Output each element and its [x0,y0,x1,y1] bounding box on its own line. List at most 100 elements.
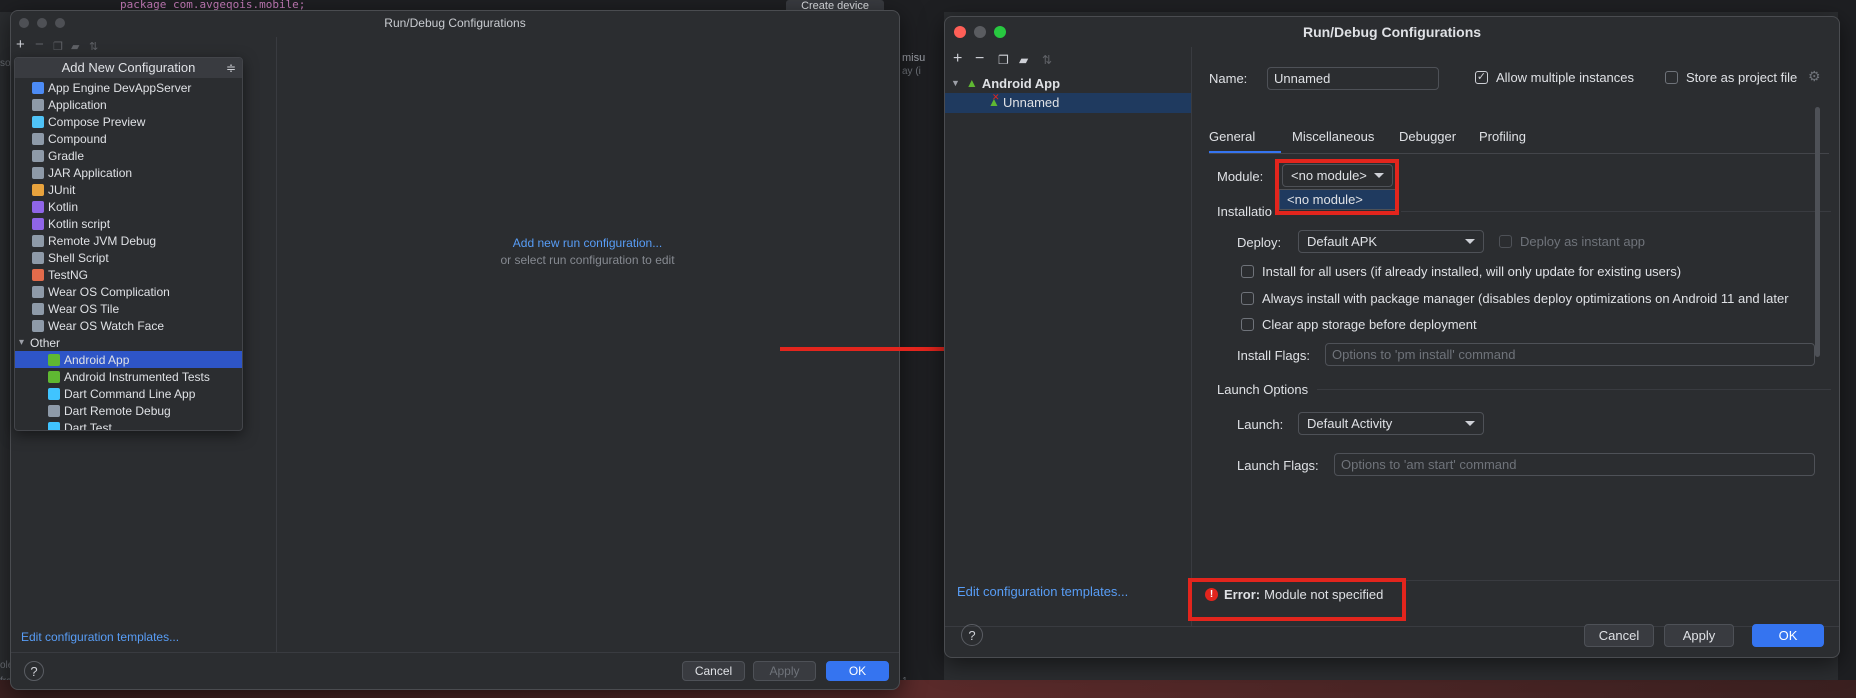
config-type-wear-os-tile[interactable]: Wear OS Tile [15,300,242,317]
sort-icon[interactable]: ⇅ [1042,52,1052,68]
launch-flags-label: Launch Flags: [1237,458,1319,473]
ok-button[interactable]: OK [826,661,889,681]
remove-icon[interactable]: − [35,37,44,53]
config-type-dart-remote-debug[interactable]: Dart Remote Debug [15,402,242,419]
edit-templates-link[interactable]: Edit configuration templates... [21,630,179,644]
config-type-label: Dart Command Line App [64,386,196,401]
config-type-label: Compose Preview [48,114,146,129]
copy-icon[interactable]: ❐ [998,52,1009,68]
add-configuration-popup: Add New Configuration ≑ App Engine DevAp… [14,57,243,431]
tree-group-android-app[interactable]: ▼ ▲ Android App [951,74,1060,92]
config-type-wear-os-complication[interactable]: Wear OS Complication [15,283,242,300]
module-label: Module: [1217,169,1264,184]
config-type-android-instrumented-tests[interactable]: Android Instrumented Tests [15,368,242,385]
name-input[interactable]: Unnamed [1267,67,1439,90]
launch-select-value: Default Activity [1307,416,1393,431]
tree-item-unnamed[interactable]: ▲ ✕ Unnamed [945,92,1191,113]
chevron-down-icon[interactable] [1465,239,1475,244]
popup-title: Add New Configuration [61,60,196,75]
deploy-instant-checkbox[interactable] [1499,235,1512,248]
always-install-checkbox[interactable] [1241,292,1254,305]
config-type-junit[interactable]: JUnit [15,181,242,198]
config-type-android-app[interactable]: Android App [15,351,242,368]
install-flags-input[interactable]: Options to 'pm install' command [1325,343,1815,366]
error-highlight-box [1188,578,1406,621]
folder-icon[interactable]: ▰ [1019,52,1028,68]
launch-select[interactable]: Default Activity [1298,412,1484,435]
config-type-compose-preview[interactable]: Compose Preview [15,113,242,130]
deploy-label: Deploy: [1237,235,1282,250]
help-button[interactable]: ? [24,661,44,681]
gear-icon[interactable]: ⚙ [1808,68,1821,85]
installation-divider [1401,211,1831,212]
install-all-users-checkbox[interactable] [1241,265,1254,278]
config-type-kotlin[interactable]: Kotlin [15,198,242,215]
kotlin-icon [32,200,44,213]
add-icon[interactable]: + [953,51,962,67]
android-test-icon [48,370,60,383]
edit-templates-link[interactable]: Edit configuration templates... [957,584,1128,599]
installation-section-label: Installatio [1217,204,1272,219]
sort-icon[interactable]: ⇅ [89,39,98,55]
apply-button[interactable]: Apply [1664,624,1734,647]
testng-icon [32,268,44,281]
app-engine-icon [32,81,44,94]
android-icon [48,353,60,366]
copy-icon[interactable]: ❐ [53,39,63,55]
add-run-config-link[interactable]: Add new run configuration... [276,236,899,250]
ok-button[interactable]: OK [1752,624,1824,647]
shell-icon [32,251,44,264]
chevron-down-icon[interactable]: ▼ [951,78,960,88]
config-type-app-engine-devappserver[interactable]: App Engine DevAppServer [15,79,242,96]
wear-complication-icon [32,285,44,298]
config-type-remote-jvm-debug[interactable]: Remote JVM Debug [15,232,242,249]
apply-button[interactable]: Apply [753,661,816,681]
dart-debug-icon [48,404,60,417]
install-all-users-label: Install for all users (if already instal… [1262,264,1682,279]
config-type-application[interactable]: Application [15,96,242,113]
tab-general[interactable]: General [1209,129,1255,144]
chevron-down-icon[interactable] [1465,421,1475,426]
config-type-shell-script[interactable]: Shell Script [15,249,242,266]
launch-flags-input[interactable]: Options to 'am start' command [1334,453,1815,476]
help-button[interactable]: ? [961,624,983,646]
remove-icon[interactable]: − [975,51,984,67]
tab-debugger[interactable]: Debugger [1399,129,1456,144]
tab-profiling[interactable]: Profiling [1479,129,1526,144]
tab-miscellaneous[interactable]: Miscellaneous [1292,129,1374,144]
cancel-button[interactable]: Cancel [682,661,745,681]
scrollbar-thumb[interactable] [1815,107,1820,357]
tabs-divider [1209,153,1829,154]
ide-background-right [1838,0,1856,698]
launch-label: Launch: [1237,417,1284,432]
config-type-gradle[interactable]: Gradle [15,147,242,164]
config-group-other[interactable]: ▾ Other [15,334,242,351]
launch-options-label: Launch Options [1217,382,1309,397]
config-type-wear-os-watch-face[interactable]: Wear OS Watch Face [15,317,242,334]
config-type-label: Remote JVM Debug [48,233,157,248]
folder-icon[interactable]: ▰ [71,39,79,55]
store-project-checkbox[interactable] [1665,71,1678,84]
config-type-label: Dart Test [64,420,112,431]
chevron-down-icon[interactable]: ▾ [19,337,24,348]
kotlin-script-icon [32,217,44,230]
allow-multiple-label: Allow multiple instances [1496,70,1635,85]
config-type-testng[interactable]: TestNG [15,266,242,283]
config-type-dart-command-line-app[interactable]: Dart Command Line App [15,385,242,402]
config-type-kotlin-script[interactable]: Kotlin script [15,215,242,232]
config-type-compound[interactable]: Compound [15,130,242,147]
deploy-select[interactable]: Default APK [1298,230,1484,253]
filter-icon[interactable]: ≑ [226,58,236,78]
allow-multiple-checkbox[interactable]: ✓ [1475,71,1488,84]
config-group-label: Other [30,335,61,350]
dart-test-icon [48,421,60,430]
config-type-dart-test[interactable]: Dart Test [15,419,242,431]
compose-icon [32,115,44,128]
add-icon[interactable]: + [16,37,25,53]
empty-hint: or select run configuration to edit [500,253,675,267]
clear-storage-checkbox[interactable] [1241,318,1254,331]
config-type-label: Wear OS Complication [48,284,170,299]
config-type-jar-application[interactable]: JAR Application [15,164,242,181]
deploy-instant-label: Deploy as instant app [1520,234,1646,249]
cancel-button[interactable]: Cancel [1584,624,1654,647]
